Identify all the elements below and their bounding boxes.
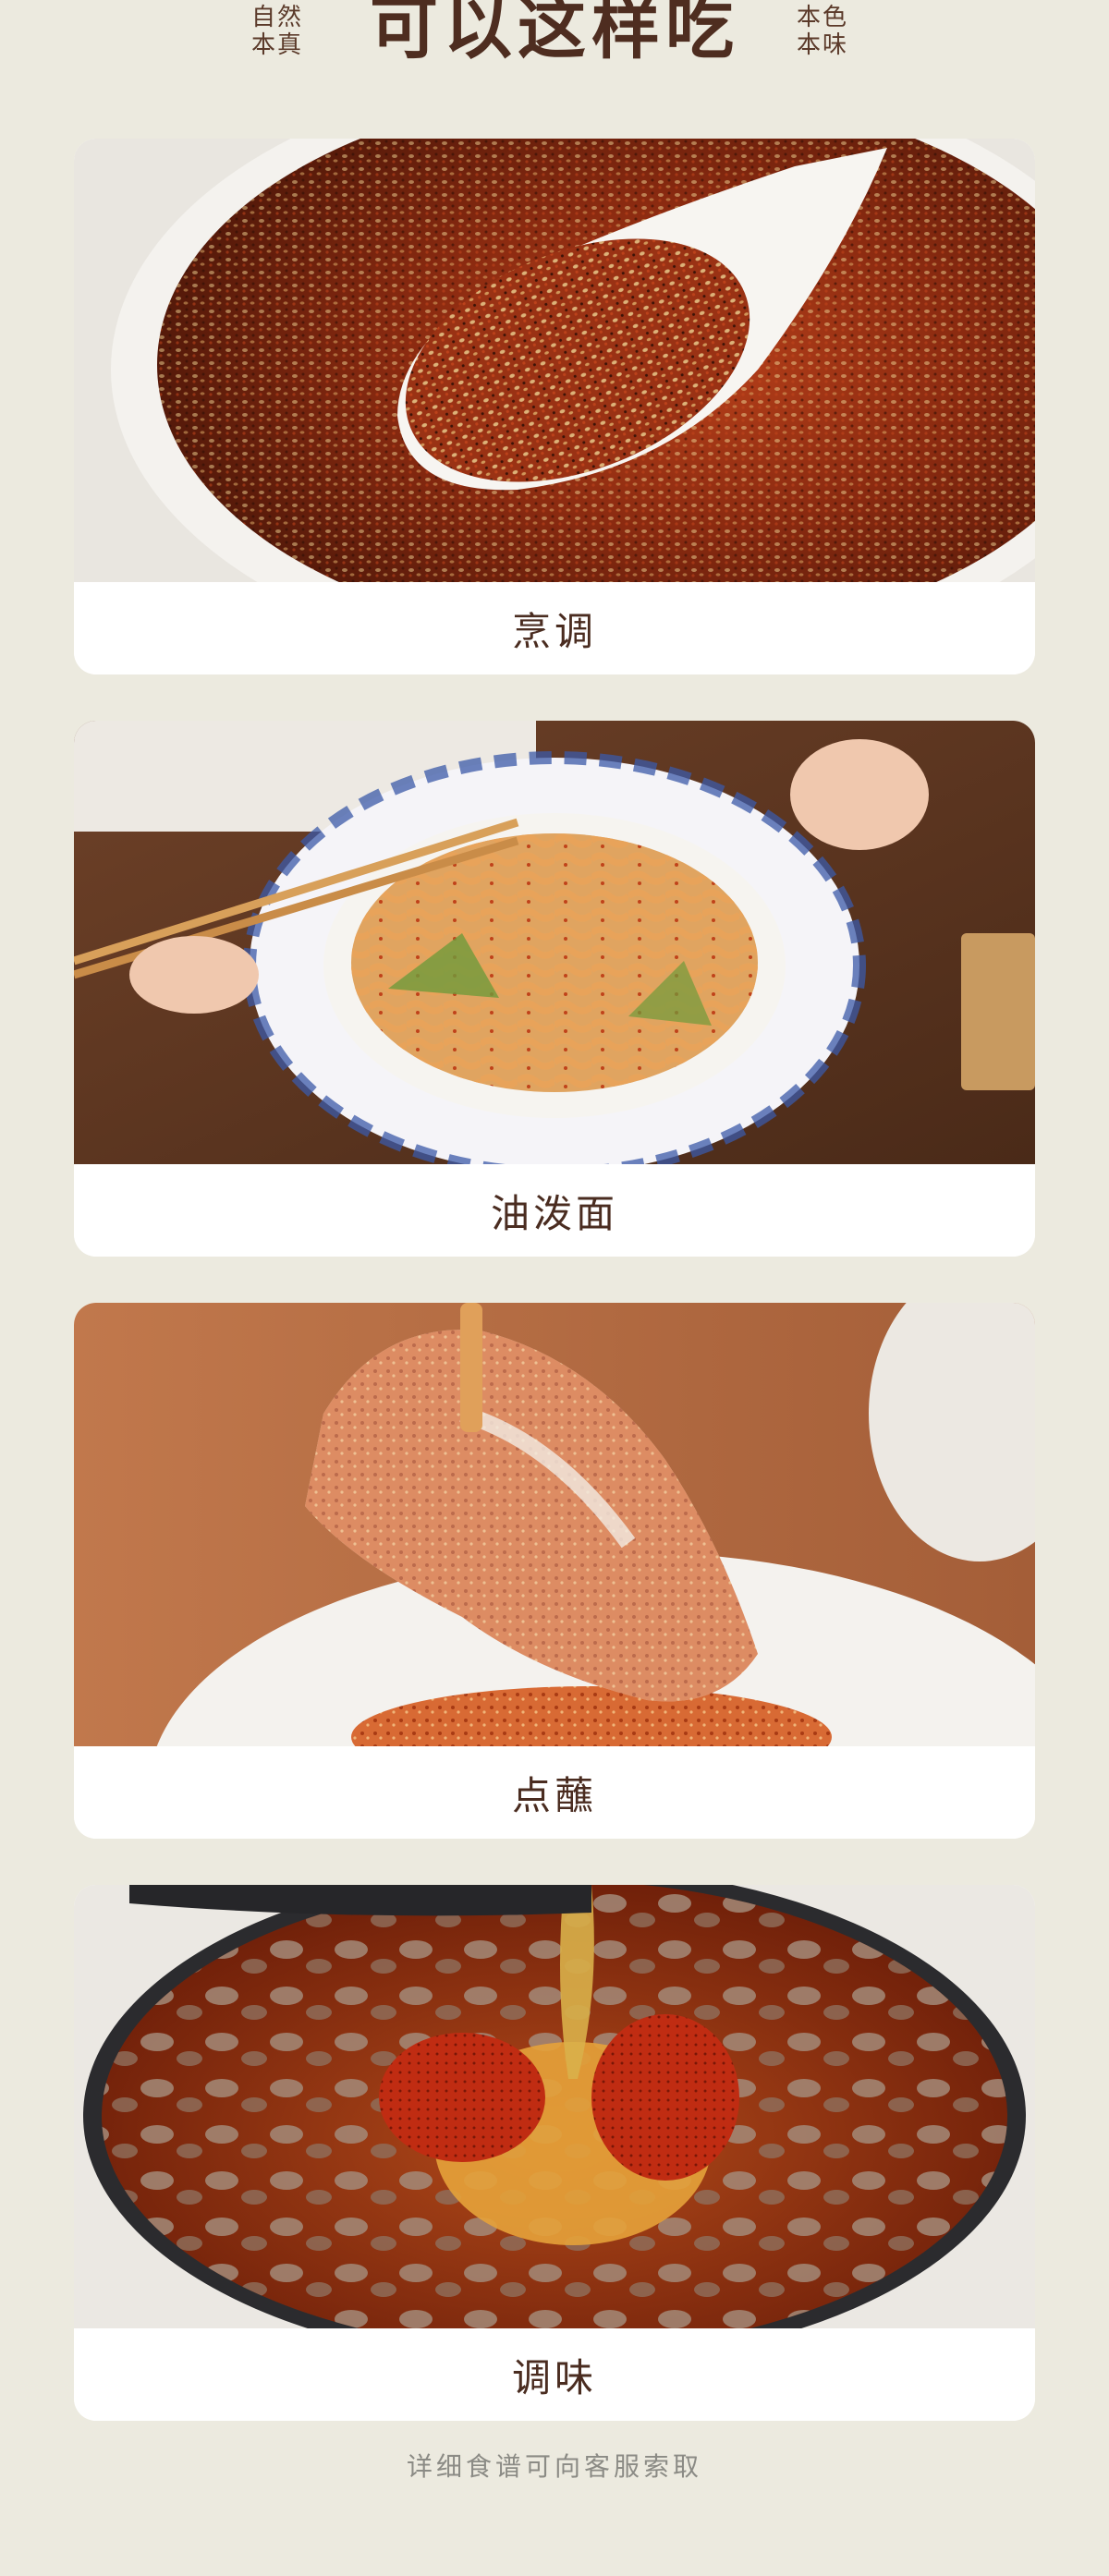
usage-card-cooking: 烹调 (74, 139, 1035, 674)
page-title: 可以这样吃 (370, 0, 739, 68)
usage-card-dipping: 点蘸 (74, 1303, 1035, 1839)
header-right-tag-line-2: 本味 (797, 31, 849, 59)
chili-oil-spoon-image (74, 139, 1035, 582)
usage-caption-dipping: 点蘸 (74, 1746, 1035, 1839)
stew-seasoning-image (74, 1885, 1035, 2328)
recipe-note: 详细食谱可向客服索取 (406, 2451, 702, 2482)
usage-card-seasoning: 调味 (74, 1885, 1035, 2421)
usage-caption-cooking: 烹调 (74, 582, 1035, 674)
dipped-pork-slice-image (74, 1303, 1035, 1746)
usage-caption-seasoning: 调味 (74, 2328, 1035, 2421)
header-left-tag: 自然 本真 (251, 4, 303, 59)
header-left-tag-line-2: 本真 (251, 31, 304, 59)
usage-card-noodles: 油泼面 (74, 721, 1035, 1257)
header-right-tag-line-1: 本色 (797, 4, 849, 31)
usage-caption-noodles: 油泼面 (74, 1164, 1035, 1257)
header-right-tag: 本色 本味 (797, 4, 848, 59)
header: 自然 本真 可以这样吃 本色 本味 (0, 0, 1109, 83)
header-left-tag-line-1: 自然 (251, 4, 304, 31)
oil-splashed-noodles-image (74, 721, 1035, 1164)
